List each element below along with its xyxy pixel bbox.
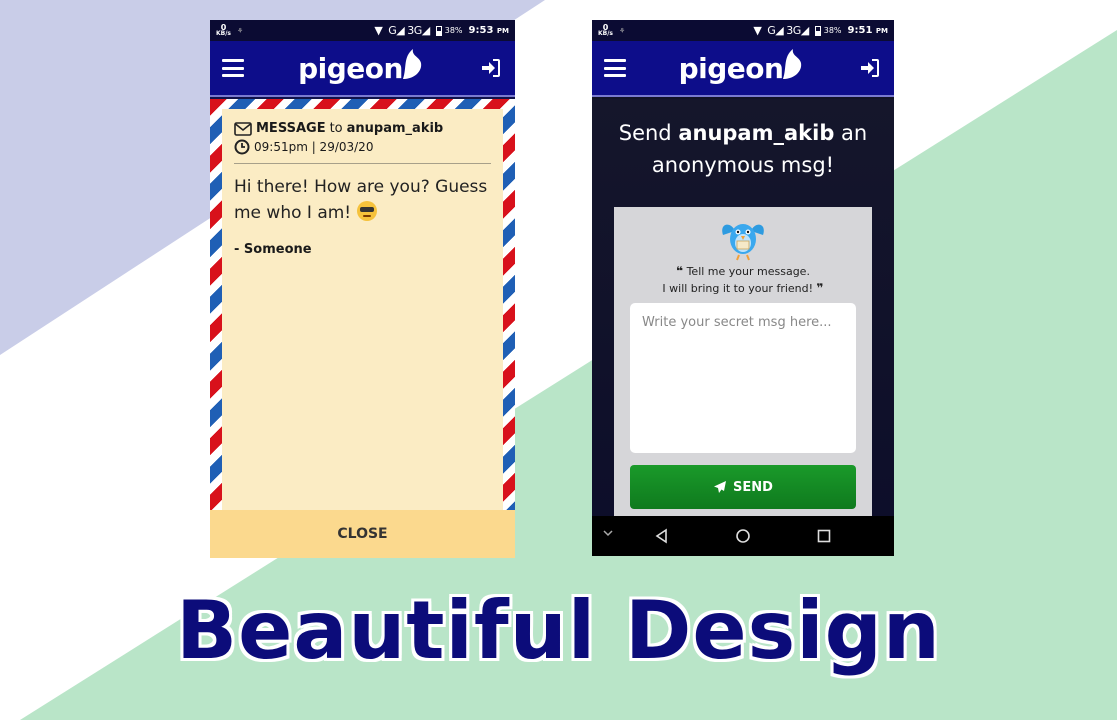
- signal-icon: ▼: [374, 24, 383, 37]
- pigeon-logo-icon: [783, 49, 802, 79]
- clock-icon: [234, 139, 250, 155]
- recents-icon[interactable]: [816, 528, 832, 544]
- menu-icon[interactable]: [222, 59, 244, 77]
- clock: 9:51 PM: [847, 25, 888, 36]
- network-label: G◢ 3G◢: [388, 24, 430, 37]
- paper-plane-icon: [714, 481, 727, 493]
- app-bar: pigeon: [592, 41, 894, 97]
- pigeon-logo-icon: [402, 49, 422, 79]
- android-nav-bar: [592, 516, 894, 556]
- message-letter: MESSAGE to anupam_akib 09:51pm | 29/03/2…: [222, 109, 503, 510]
- envelope-icon: [234, 121, 252, 136]
- back-icon[interactable]: [654, 528, 670, 544]
- usb-icon: ⚘: [237, 26, 244, 35]
- message-date: 09:51pm | 29/03/20: [234, 139, 491, 164]
- status-bar: 0 KB/s ⚘ ▼ G◢ 3G◢ 38% 9:53 PM: [210, 20, 515, 41]
- message-signature: - Someone: [234, 242, 312, 257]
- sign-in-icon[interactable]: [858, 56, 882, 80]
- battery-indicator: 38%: [814, 25, 842, 36]
- send-button[interactable]: SEND: [630, 465, 856, 509]
- network-speed: 0 KB/s: [598, 22, 613, 37]
- usb-icon: ⚘: [619, 26, 626, 35]
- app-logo[interactable]: pigeon: [298, 49, 425, 85]
- left-phone-screen: 0 KB/s ⚘ ▼ G◢ 3G◢ 38% 9:53 PM pigeon MES…: [210, 20, 515, 558]
- network-label: G◢ 3G◢: [767, 24, 809, 37]
- right-phone-screen: 0 KB/s ⚘ ▼ G◢ 3G◢ 38% 9:51 PM pigeon Sen…: [592, 20, 894, 556]
- home-icon[interactable]: [735, 528, 751, 544]
- chevron-down-icon[interactable]: [602, 528, 614, 538]
- message-header: MESSAGE to anupam_akib: [234, 121, 491, 136]
- clock: 9:53 PM: [468, 25, 509, 36]
- message-form: ❝ Tell me your message. I will bring it …: [614, 207, 872, 516]
- promo-headline: Beautiful Design: [176, 584, 941, 677]
- quote-left-icon: ❝: [676, 264, 684, 278]
- message-body: Hi there! How are you? Guess me who I am…: [234, 177, 488, 223]
- app-bar: pigeon: [210, 41, 515, 97]
- close-button[interactable]: CLOSE: [210, 510, 515, 558]
- airmail-border: MESSAGE to anupam_akib 09:51pm | 29/03/2…: [210, 99, 515, 558]
- network-speed: 0 KB/s: [216, 22, 231, 37]
- pigeon-mascot-icon: [630, 215, 856, 261]
- battery-icon: [814, 25, 821, 36]
- page-title: Send anupam_akib an anonymous msg!: [618, 121, 868, 177]
- battery-icon: [435, 25, 442, 36]
- target-username: anupam_akib: [678, 121, 835, 145]
- send-message-page: Send anupam_akib an anonymous msg! ❝ Tel…: [592, 99, 894, 516]
- form-tagline: ❝ Tell me your message. I will bring it …: [662, 264, 824, 295]
- signal-icon: ▼: [753, 24, 762, 37]
- status-bar: 0 KB/s ⚘ ▼ G◢ 3G◢ 38% 9:51 PM: [592, 20, 894, 41]
- app-logo[interactable]: pigeon: [679, 49, 806, 85]
- sign-in-icon[interactable]: [479, 56, 503, 80]
- sunglasses-emoji-icon: [356, 201, 377, 221]
- battery-indicator: 38%: [435, 25, 463, 36]
- recipient-name: anupam_akib: [346, 121, 444, 136]
- message-input[interactable]: [630, 303, 856, 453]
- quote-right-icon: ❞: [816, 281, 824, 295]
- menu-icon[interactable]: [604, 59, 626, 77]
